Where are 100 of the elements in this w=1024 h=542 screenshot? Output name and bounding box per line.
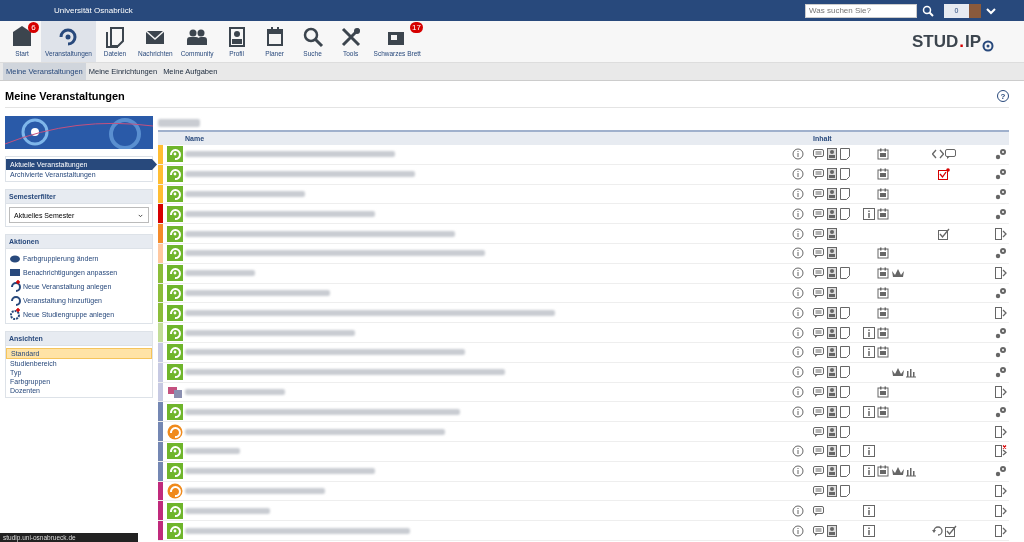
person-card-icon[interactable] [826, 168, 838, 181]
info-icon[interactable] [792, 227, 804, 240]
document-icon[interactable] [839, 188, 851, 200]
person-card-icon[interactable] [826, 346, 838, 359]
checkbox-icon[interactable] [944, 524, 957, 537]
person-card-icon[interactable] [826, 524, 838, 537]
person-card-icon[interactable] [826, 148, 838, 161]
person-card-icon[interactable] [826, 425, 838, 438]
search-field[interactable]: Was suchen Sie? [805, 3, 917, 18]
calendar-icon[interactable] [877, 188, 889, 200]
code-icon[interactable] [931, 148, 944, 161]
document-icon[interactable] [839, 366, 851, 379]
document-icon[interactable] [839, 465, 851, 478]
speech-bubbles-icon[interactable] [813, 524, 825, 537]
info-box-icon[interactable] [863, 405, 875, 418]
person-card-icon[interactable] [826, 247, 838, 260]
calendar-icon[interactable] [877, 405, 889, 418]
door-blocked-icon[interactable] [995, 445, 1007, 458]
speech-bubbles-icon[interactable] [813, 326, 825, 339]
info-box-icon[interactable] [863, 504, 875, 517]
speech-bubbles-icon[interactable] [813, 168, 825, 181]
door-exit-icon[interactable] [995, 425, 1007, 438]
speech-bubbles-icon[interactable] [813, 267, 825, 280]
bar-chart-icon[interactable] [905, 465, 917, 478]
info-icon[interactable] [792, 188, 804, 200]
speech-bubbles-icon[interactable] [813, 286, 825, 299]
info-icon[interactable] [792, 306, 804, 319]
spiral-icon[interactable] [9, 294, 21, 306]
calendar-icon[interactable] [877, 286, 889, 299]
calendar-icon[interactable] [877, 207, 889, 220]
document-icon[interactable] [839, 484, 851, 497]
info-icon[interactable] [792, 247, 804, 260]
gears-icon[interactable] [995, 326, 1007, 339]
calendar-icon[interactable] [877, 267, 889, 280]
crown-icon[interactable] [891, 465, 905, 478]
search-icon[interactable] [301, 26, 324, 48]
speech-bubbles-icon[interactable] [813, 484, 825, 497]
gears-icon[interactable] [995, 405, 1007, 418]
refresh-icon[interactable] [931, 524, 944, 537]
info-icon[interactable] [792, 504, 804, 517]
info-box-icon[interactable] [863, 326, 875, 339]
person-card-icon[interactable] [826, 445, 838, 458]
info-icon[interactable] [792, 385, 804, 398]
calendar-icon[interactable] [877, 247, 889, 260]
door-exit-icon[interactable] [995, 227, 1007, 240]
files-icon[interactable] [104, 26, 126, 48]
speech-bubbles-icon[interactable] [813, 247, 825, 260]
person-card-icon[interactable] [826, 465, 838, 478]
search-icon[interactable] [922, 4, 934, 17]
gears-icon[interactable] [995, 207, 1007, 220]
calendar-icon[interactable] [877, 306, 889, 319]
info-box-icon[interactable] [863, 346, 875, 359]
info-icon[interactable] [792, 445, 804, 458]
calendar-icon[interactable] [877, 148, 889, 161]
crown-icon[interactable] [891, 366, 905, 379]
door-exit-icon[interactable] [995, 504, 1007, 517]
info-icon[interactable] [792, 207, 804, 220]
info-box-icon[interactable] [863, 465, 875, 478]
speech-bubbles-icon[interactable] [813, 504, 825, 517]
door-exit-icon[interactable] [995, 385, 1007, 398]
speech-bubbles-icon[interactable] [813, 227, 825, 240]
info-icon[interactable] [792, 465, 804, 478]
calendar-icon[interactable] [877, 326, 889, 339]
info-icon[interactable] [792, 326, 804, 339]
speech-bubbles-icon[interactable] [813, 366, 825, 379]
door-exit-icon[interactable] [995, 306, 1007, 319]
group-plus-icon[interactable] [9, 308, 21, 320]
gears-icon[interactable] [995, 168, 1007, 181]
document-icon[interactable] [839, 207, 851, 220]
person-card-icon[interactable] [826, 188, 838, 200]
home-icon[interactable] [11, 26, 33, 48]
speech-bubbles-icon[interactable] [813, 445, 825, 458]
speech-bubbles-icon[interactable] [813, 148, 825, 161]
document-icon[interactable] [839, 306, 851, 319]
info-box-icon[interactable] [863, 445, 875, 458]
person-card-icon[interactable] [826, 207, 838, 220]
gears-icon[interactable] [995, 188, 1007, 200]
speech-bubbles-icon[interactable] [813, 405, 825, 418]
calendar-icon[interactable] [877, 465, 889, 478]
speech-bubbles-icon[interactable] [813, 385, 825, 398]
info-box-icon[interactable] [863, 524, 875, 537]
speech-bubbles-icon[interactable] [813, 465, 825, 478]
person-card-icon[interactable] [826, 227, 838, 240]
person-card-icon[interactable] [826, 385, 838, 398]
document-icon[interactable] [839, 326, 851, 339]
person-card-icon[interactable] [826, 405, 838, 418]
calendar-icon[interactable] [877, 385, 889, 398]
person-card-icon[interactable] [826, 286, 838, 299]
calendar-icon[interactable] [877, 168, 889, 181]
person-card-icon[interactable] [826, 484, 838, 497]
info-icon[interactable] [792, 524, 804, 537]
gears-icon[interactable] [995, 247, 1007, 260]
door-exit-icon[interactable] [995, 267, 1007, 280]
document-icon[interactable] [839, 445, 851, 458]
document-icon[interactable] [839, 405, 851, 418]
info-icon[interactable] [792, 286, 804, 299]
document-icon[interactable] [839, 267, 851, 280]
calendar-icon[interactable] [877, 346, 889, 359]
bar-chart-icon[interactable] [905, 366, 917, 379]
crown-icon[interactable] [891, 267, 905, 280]
